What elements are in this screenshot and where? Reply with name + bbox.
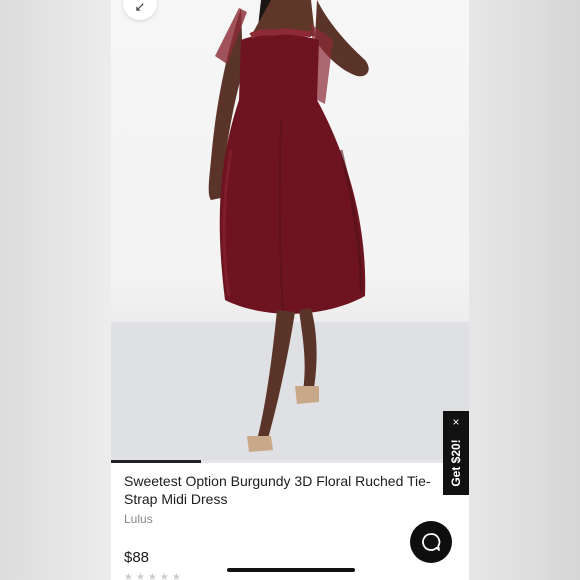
dress-bodice: [239, 34, 319, 105]
rating-stars[interactable]: ★★★★★: [124, 572, 184, 580]
close-icon[interactable]: ×: [443, 415, 469, 429]
chat-bubble-icon: [422, 533, 441, 551]
arrow-collapse-icon: ↙: [134, 0, 146, 14]
right-shoe: [295, 386, 319, 404]
product-title: Sweetest Option Burgundy 3D Floral Ruche…: [124, 473, 431, 507]
product-photo-illustration: [111, 0, 469, 462]
phone-screen: ↙ Sweetest Option Burgundy 3D Floral Ruc…: [111, 0, 469, 580]
brand-name[interactable]: Lulus: [124, 512, 153, 526]
gallery-progress: [111, 460, 469, 463]
product-image[interactable]: [111, 0, 469, 462]
price: $88: [124, 549, 150, 566]
promo-label: Get $20!: [449, 439, 463, 487]
floor: [111, 322, 469, 462]
gallery-progress-fill: [111, 460, 201, 463]
chat-button[interactable]: [410, 521, 452, 563]
home-indicator: [227, 568, 355, 572]
dress-skirt: [219, 100, 366, 314]
promo-tab[interactable]: × Get $20!: [443, 411, 469, 495]
left-shoe: [247, 436, 273, 452]
